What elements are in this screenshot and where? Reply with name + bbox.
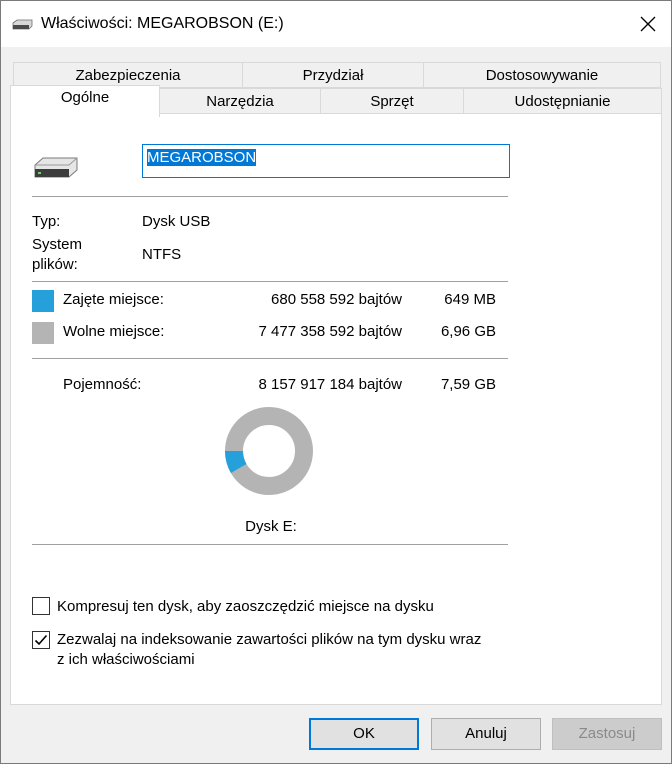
divider xyxy=(32,544,508,545)
capacity-label: Pojemność: xyxy=(63,376,142,393)
divider xyxy=(32,281,508,282)
capacity-bytes: 8 157 917 184 bajtów xyxy=(258,376,402,393)
usage-donut-chart xyxy=(225,407,313,495)
general-content: MEGAROBSON Typ: Dysk USB System plików: … xyxy=(1,1,671,763)
used-space-label: Zajęte miejsce: xyxy=(63,291,164,308)
drive-name-value: MEGAROBSON xyxy=(147,149,257,166)
filesystem-label-line2: plików: xyxy=(32,256,78,273)
compress-checkbox[interactable] xyxy=(32,597,50,615)
free-space-swatch xyxy=(32,322,54,344)
index-label-line2: z ich właściwościami xyxy=(57,651,195,668)
filesystem-label-line1: System xyxy=(32,236,83,253)
free-space-bytes: 7 477 358 592 bajtów xyxy=(258,323,402,340)
checkmark-icon xyxy=(34,634,48,646)
drive-name-input[interactable]: MEGAROBSON xyxy=(142,144,510,178)
divider xyxy=(32,196,508,197)
properties-dialog: Właściwości: MEGAROBSON (E:) Zabezpiecze… xyxy=(0,0,672,764)
filesystem-value: NTFS xyxy=(142,246,182,263)
type-value: Dysk USB xyxy=(142,213,211,230)
type-label: Typ: xyxy=(32,213,61,230)
used-space-swatch xyxy=(32,290,54,312)
capacity-size: 7,59 GB xyxy=(440,376,496,393)
divider xyxy=(32,358,508,359)
drive-icon xyxy=(34,157,78,178)
compress-label: Kompresuj ten dysk, aby zaoszczędzić mie… xyxy=(57,598,434,615)
free-space-size: 6,96 GB xyxy=(440,323,496,340)
index-checkbox[interactable] xyxy=(32,631,50,649)
used-space-bytes: 680 558 592 bajtów xyxy=(271,291,402,308)
disk-label: Dysk E: xyxy=(245,518,297,535)
free-space-label: Wolne miejsce: xyxy=(63,323,165,340)
free-space-ring xyxy=(225,407,313,495)
index-label-line1: Zezwalaj na indeksowanie zawartości plik… xyxy=(57,631,482,648)
used-space-size: 649 MB xyxy=(444,291,496,308)
